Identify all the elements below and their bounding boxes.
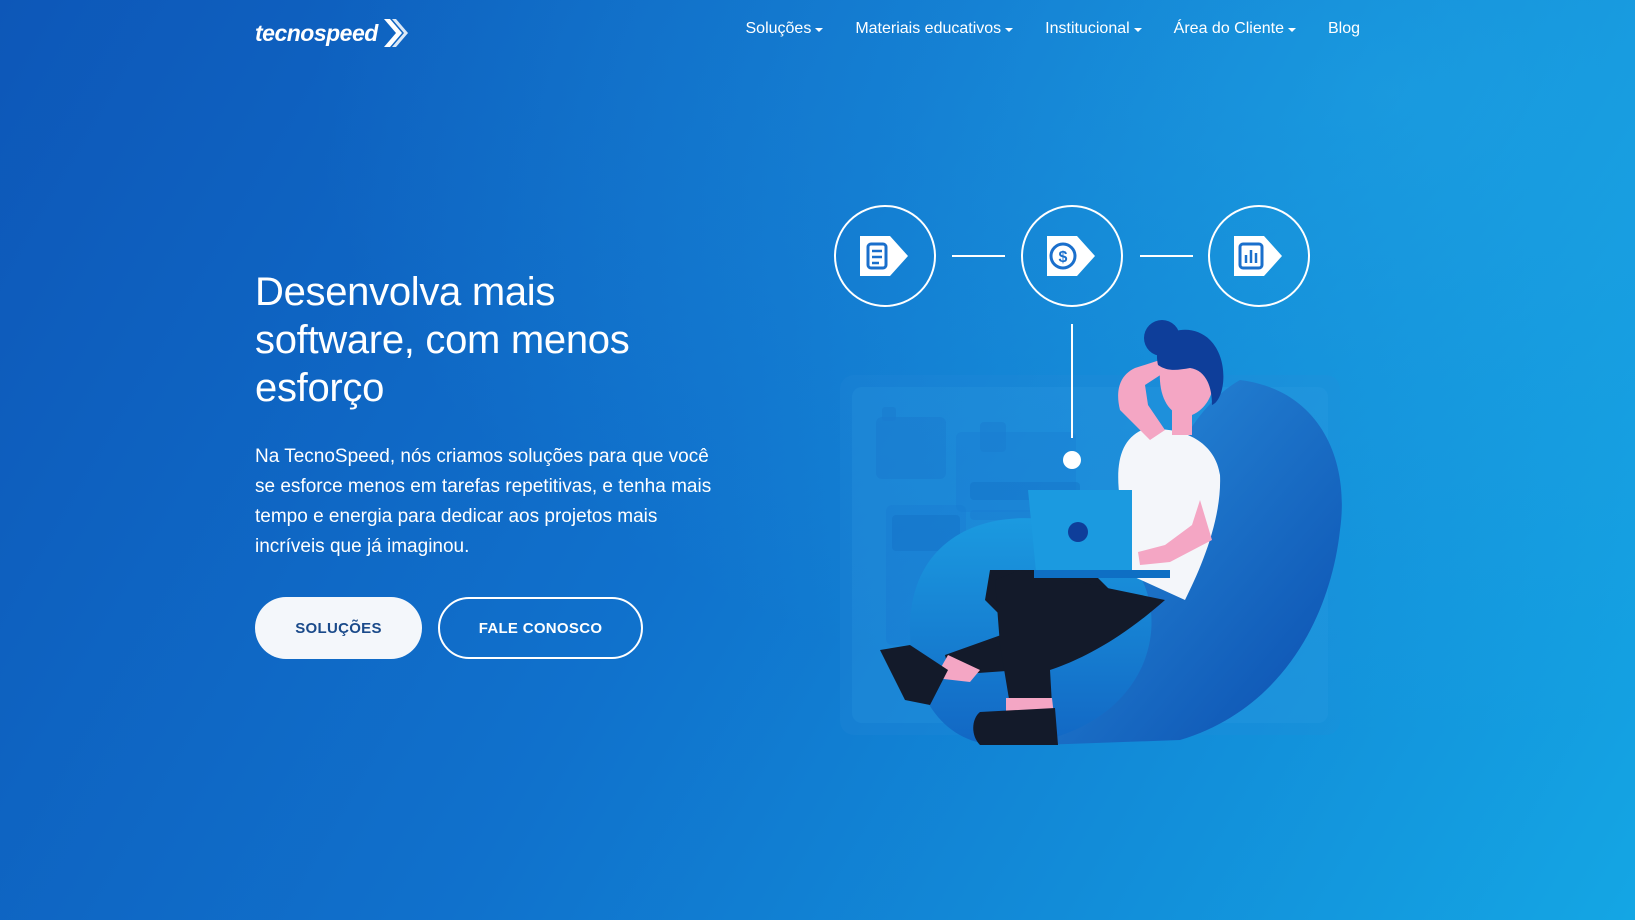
connector-dot <box>1063 451 1081 469</box>
logo-text: tecnospeed <box>255 19 378 46</box>
caret-down-icon <box>815 27 824 32</box>
nav-item-materiais-educativos[interactable]: Materiais educativos <box>855 20 1014 38</box>
svg-text:$: $ <box>1059 249 1068 266</box>
chevron-logo-icon <box>382 17 408 49</box>
background-glow <box>0 0 1635 920</box>
nav-item-area-do-cliente[interactable]: Área do Cliente <box>1174 20 1296 38</box>
nav-item-label: Área do Cliente <box>1173 20 1284 37</box>
hero-section: Desenvolva mais software, com menos esfo… <box>255 268 715 659</box>
hero-description: Na TecnoSpeed, nós criamos soluções para… <box>255 446 712 557</box>
hero-illustration: $ <box>820 200 1360 760</box>
nav-item-solucoes[interactable]: Soluções <box>746 20 824 38</box>
caret-down-icon <box>1005 27 1014 32</box>
fale-conosco-button[interactable]: FALE CONOSCO <box>438 597 643 659</box>
nav-item-label: Blog <box>1327 20 1360 37</box>
nav-item-institucional[interactable]: Institucional <box>1045 20 1142 38</box>
caret-down-icon <box>1133 27 1142 32</box>
logo[interactable]: tecnospeed <box>255 17 408 49</box>
hero-title: Desenvolva mais software, com menos esfo… <box>255 270 630 410</box>
hero-buttons: SOLUÇÕES FALE CONOSCO <box>255 597 643 659</box>
chart-tag-icon <box>1208 205 1310 307</box>
document-tag-icon <box>834 205 936 307</box>
solucoes-button[interactable]: SOLUÇÕES <box>255 597 422 659</box>
nav-item-label: Materiais educativos <box>855 20 1002 37</box>
dollar-tag-icon: $ <box>1021 205 1123 307</box>
caret-down-icon <box>1287 27 1296 32</box>
nav-item-label: Soluções <box>745 20 812 37</box>
main-nav: Soluções Materiais educativos Institucio… <box>746 20 1361 38</box>
nav-item-blog[interactable]: Blog <box>1328 20 1360 38</box>
site-header: tecnospeed Soluções Materiais educativos… <box>0 0 1635 66</box>
nav-item-label: Institucional <box>1045 20 1130 37</box>
